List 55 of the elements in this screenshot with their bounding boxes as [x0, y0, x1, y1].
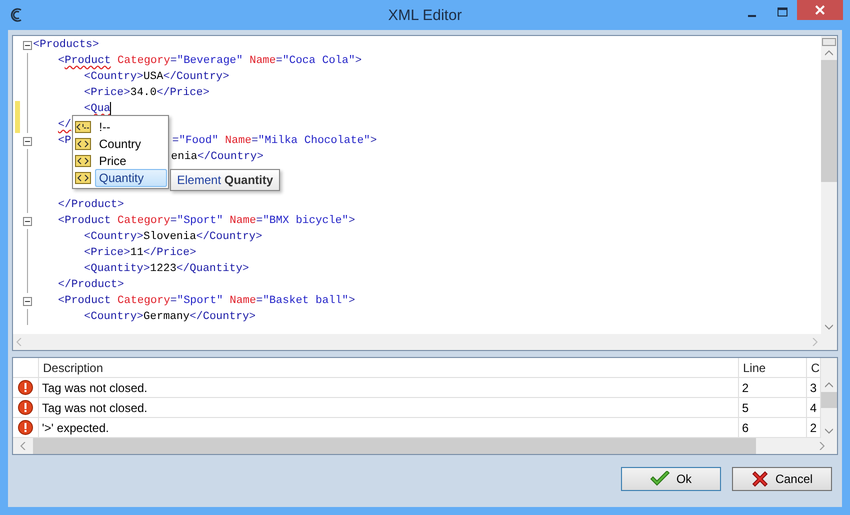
minimize-icon: [748, 15, 756, 17]
table-cell: Tag was not closed.: [39, 378, 739, 397]
cancel-button[interactable]: Cancel: [732, 467, 832, 491]
collapse-icon[interactable]: [22, 40, 32, 50]
window-title: XML Editor: [388, 6, 462, 24]
maximize-icon: [776, 7, 788, 17]
table-cell: Tag was not closed.: [39, 398, 739, 417]
table-cell: 5: [739, 398, 807, 417]
close-icon: [815, 5, 825, 15]
error-icon: [18, 400, 33, 415]
tooltip: Element Quantity: [170, 169, 280, 191]
code-text: <Price>34.0</Price>: [84, 86, 210, 101]
collapse-icon[interactable]: [22, 296, 32, 306]
comment-icon: [75, 120, 91, 132]
code-text: </Product>: [58, 198, 124, 213]
collapse-icon[interactable]: [22, 216, 32, 226]
vertical-scrollbar[interactable]: [821, 36, 837, 350]
close-icon: [751, 470, 770, 488]
code-text: <Country>Slovenia</Country>: [84, 230, 262, 245]
autocomplete-item[interactable]: Price: [95, 152, 167, 170]
scrollbar-thumb[interactable]: [821, 60, 837, 182]
code-text: </: [58, 118, 72, 133]
table-cell: 6: [739, 418, 807, 437]
code-text: <Product Category="Beverage" Name="Coca Cola">: [58, 54, 362, 69]
code-text: </Product>: [58, 278, 124, 293]
table-cell: '>' expected.: [39, 418, 739, 437]
error-icon: [18, 420, 33, 435]
scrollbar-thumb[interactable]: [821, 392, 837, 408]
code-text: enia</Country>: [171, 150, 264, 165]
element-icon: [75, 154, 91, 166]
code-text: <P: [58, 134, 72, 149]
horizontal-scrollbar[interactable]: [13, 334, 821, 350]
vertical-scrollbar[interactable]: [821, 358, 837, 438]
autocomplete-item[interactable]: Quantity: [95, 168, 167, 186]
code-text: <Products>: [33, 38, 100, 53]
app-logo-icon: [8, 7, 24, 23]
error-icon: [18, 380, 33, 395]
ok-button[interactable]: Ok: [621, 467, 721, 491]
code-text: ="Food" Name="Milka Chocolate">: [172, 134, 377, 149]
code-text: <Qua: [84, 102, 110, 117]
table-cell: 2: [739, 378, 807, 397]
collapse-icon[interactable]: [22, 136, 32, 146]
code-text: <Product Category="Sport" Name="Basket ball">: [58, 294, 356, 309]
code-text: <Country>Germany</Country>: [84, 310, 256, 325]
autocomplete-item[interactable]: Country: [95, 134, 167, 152]
code-text: <Quantity>1223</Quantity>: [84, 262, 250, 277]
code-text: <Product Category="Sport" Name="BMX bicycle">: [58, 214, 356, 229]
autocomplete-item[interactable]: !--: [95, 118, 167, 136]
checkmark-icon: [650, 471, 670, 487]
close-button[interactable]: [797, 0, 843, 20]
split-handle[interactable]: [822, 38, 836, 46]
code-text: <Country>USA</Country>: [84, 70, 230, 85]
element-icon: [75, 172, 91, 184]
code-text: <Price>11</Price>: [84, 246, 196, 261]
element-icon: [75, 138, 91, 150]
